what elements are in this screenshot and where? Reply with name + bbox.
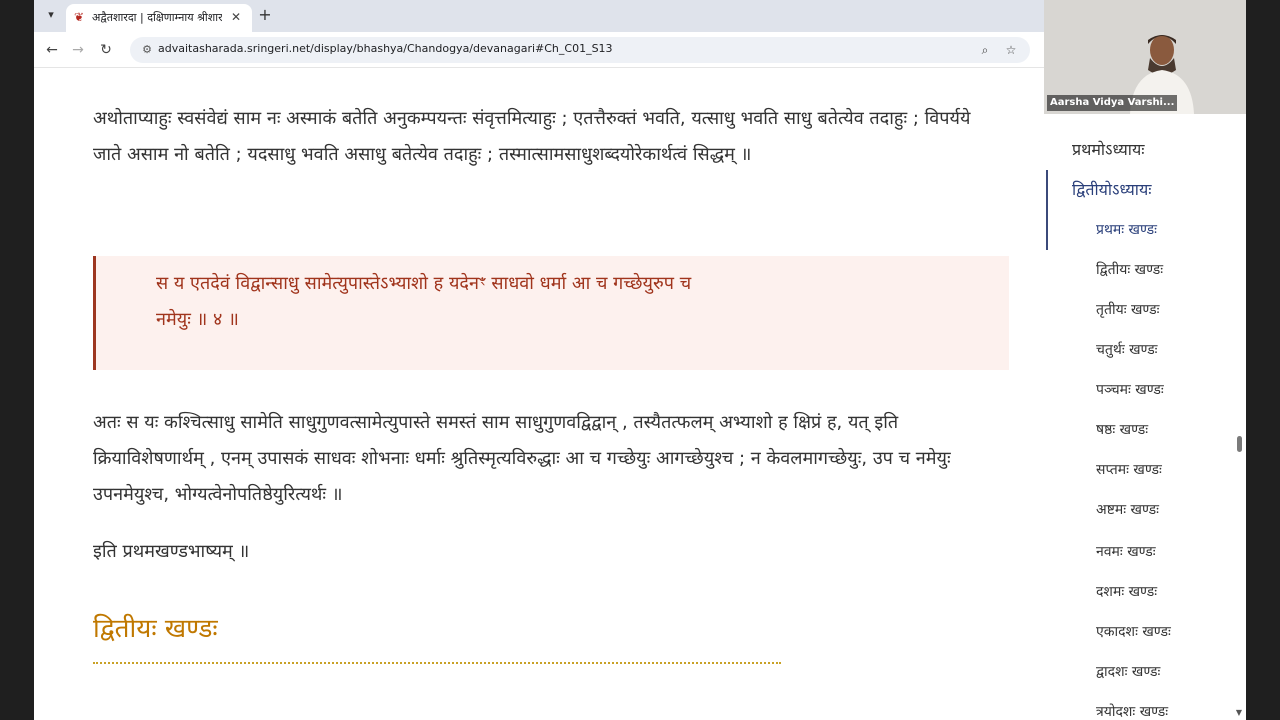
left-letterbox bbox=[0, 0, 34, 720]
section-heading: द्वितीयः खण्डः bbox=[93, 614, 218, 644]
active-chapter-indicator bbox=[1046, 170, 1048, 250]
bookmark-star-icon[interactable]: ☆ bbox=[1002, 41, 1020, 59]
toc-section-6[interactable]: षष्ठः खण्डः bbox=[1096, 420, 1148, 439]
toc-section-2[interactable]: द्वितीयः खण्डः bbox=[1096, 260, 1163, 279]
toc-section-7[interactable]: सप्तमः खण्डः bbox=[1096, 460, 1162, 479]
url-text: advaitasharada.sringeri.net/display/bhas… bbox=[158, 42, 613, 55]
commentary-paragraph: अथोताप्याहुः स्वसंवेद्यं साम नः अस्माकं … bbox=[93, 108, 971, 165]
site-info-icon[interactable]: ⚙ bbox=[138, 41, 156, 59]
toc-section-1[interactable]: प्रथमः खण्डः bbox=[1096, 220, 1157, 239]
screen: ▾ ❦ अद्वैतशारदा | दक्षिणाम्नाय श्रीशारदा… bbox=[0, 0, 1280, 720]
table-of-contents: प्रथमोऽध्यायः द्वितीयोऽध्यायः प्रथमः खण्… bbox=[1044, 114, 1246, 720]
mantra-block: स य एतदेवं विद्वान्साधु सामेत्युपास्तेऽभ… bbox=[93, 256, 1009, 370]
reload-icon[interactable]: ↻ bbox=[96, 40, 116, 60]
tab-title: अद्वैतशारदा | दक्षिणाम्नाय श्रीशारदापीठम… bbox=[92, 11, 222, 24]
toc-section-10[interactable]: दशमः खण्डः bbox=[1096, 582, 1157, 601]
toc-section-8[interactable]: अष्टमः खण्डः bbox=[1096, 500, 1159, 519]
toc-section-4[interactable]: चतुर्थः खण्डः bbox=[1096, 340, 1158, 359]
video-tile[interactable]: Aarsha Vidya Varshi... bbox=[1044, 0, 1246, 114]
browser-toolbar: ← → ↻ ⚙ advaitasharada.sringeri.net/disp… bbox=[34, 32, 1044, 68]
participant-name: Aarsha Vidya Varshi... bbox=[1047, 95, 1178, 111]
toc-section-12[interactable]: द्वादशः खण्डः bbox=[1096, 662, 1160, 681]
scroll-down-arrow-icon[interactable]: ▼ bbox=[1234, 708, 1244, 718]
page-content: अथोताप्याहुः स्वसंवेद्यं साम नः अस्माकं … bbox=[34, 69, 1044, 720]
tab-search-chevron-down-icon[interactable]: ▾ bbox=[42, 6, 60, 24]
toc-chapter-1[interactable]: प्रथमोऽध्यायः bbox=[1072, 138, 1144, 160]
toc-section-11[interactable]: एकादशः खण्डः bbox=[1096, 622, 1171, 641]
right-letterbox bbox=[1246, 0, 1280, 720]
toc-section-13[interactable]: त्रयोदशः खण्डः bbox=[1096, 702, 1168, 720]
mantra-text: स य एतदेवं विद्वान्साधु सामेत्युपास्तेऽभ… bbox=[156, 273, 692, 330]
toc-chapter-2[interactable]: द्वितीयोऽध्यायः bbox=[1072, 178, 1151, 200]
close-tab-icon[interactable]: ✕ bbox=[228, 9, 244, 25]
new-tab-plus-icon[interactable]: + bbox=[256, 6, 274, 24]
heading-divider bbox=[93, 662, 781, 664]
scrollbar-thumb[interactable] bbox=[1237, 436, 1242, 452]
back-arrow-icon[interactable]: ← bbox=[42, 40, 62, 60]
address-bar[interactable]: ⚙ advaitasharada.sringeri.net/display/bh… bbox=[130, 37, 1030, 63]
zoom-icon[interactable]: ⌕ bbox=[976, 41, 994, 59]
commentary-paragraph: अतः स यः कश्चित्साधु सामेति साधुगुणवत्सा… bbox=[93, 412, 951, 505]
browser-tab-bar: ▾ ❦ अद्वैतशारदा | दक्षिणाम्नाय श्रीशारदा… bbox=[34, 0, 1044, 32]
site-favicon-icon: ❦ bbox=[74, 10, 85, 24]
browser-tab[interactable]: ❦ अद्वैतशारदा | दक्षिणाम्नाय श्रीशारदापी… bbox=[66, 4, 252, 32]
section-end-line: इति प्रथमखण्डभाष्यम् ॥ bbox=[93, 541, 250, 562]
toc-section-3[interactable]: तृतीयः खण्डः bbox=[1096, 300, 1159, 319]
toc-section-9[interactable]: नवमः खण्डः bbox=[1096, 542, 1156, 561]
forward-arrow-icon[interactable]: → bbox=[68, 40, 88, 60]
toc-section-5[interactable]: पञ्चमः खण्डः bbox=[1096, 380, 1164, 399]
